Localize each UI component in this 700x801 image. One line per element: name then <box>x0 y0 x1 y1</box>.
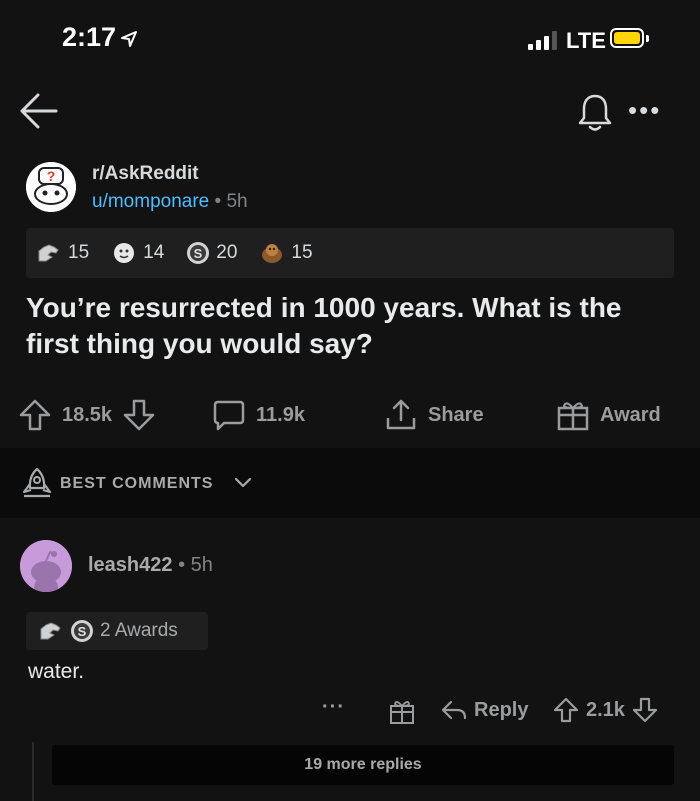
post-meta: u/momponare • 5h <box>92 191 248 213</box>
s-coin-award-icon: S <box>71 620 93 642</box>
commenter-avatar[interactable] <box>20 540 72 592</box>
location-arrow-icon <box>121 31 137 47</box>
rocket-sort-icon <box>22 467 52 498</box>
award-count: 15 <box>68 242 90 263</box>
award-wholesome: 14 <box>111 241 164 265</box>
status-time: 2:17 <box>62 22 117 52</box>
cellular-signal-icon <box>528 30 557 50</box>
upvote-icon[interactable] <box>552 696 580 724</box>
share-button[interactable]: Share <box>384 398 484 432</box>
post-vote-group: 18.5k <box>18 398 156 432</box>
award-s-coin: S 20 <box>186 241 237 265</box>
svg-text:S: S <box>78 624 87 639</box>
comment-actions: ··· Reply 2.1k <box>316 694 686 730</box>
gift-award-icon <box>557 402 589 431</box>
helpful-award-icon <box>262 244 283 263</box>
gift-award-icon[interactable] <box>388 697 416 725</box>
reply-button[interactable]: Reply <box>440 696 528 724</box>
notification-bell-icon[interactable] <box>576 92 614 134</box>
s-coin-award-icon: S <box>187 242 210 264</box>
network-label: LTE <box>566 28 606 53</box>
reply-arrow-icon <box>441 700 467 720</box>
comment-bubble-icon <box>213 400 245 431</box>
post-age: 5h <box>226 191 248 212</box>
award-label: Award <box>600 403 661 426</box>
comment-more-button[interactable]: ··· <box>322 696 345 719</box>
award-count: 14 <box>143 242 165 263</box>
svg-text:S: S <box>194 246 203 261</box>
comment-age: 5h <box>190 554 213 576</box>
award-button[interactable]: Award <box>556 398 661 432</box>
award-count: 20 <box>216 242 238 263</box>
reply-label: Reply <box>474 698 529 721</box>
askreddit-logo-icon: ? <box>26 162 76 212</box>
downvote-icon[interactable] <box>122 398 156 432</box>
comment-awards-label: 2 Awards <box>100 620 178 641</box>
battery-icon <box>610 28 644 48</box>
meta-separator: • <box>178 554 186 576</box>
award-helpful: 15 <box>259 241 313 265</box>
post-vote-count: 18.5k <box>62 403 113 426</box>
share-icon <box>386 399 416 430</box>
comment-count: 11.9k <box>256 403 305 426</box>
comment-meta: leash422 • 5h <box>88 554 213 577</box>
share-label: Share <box>428 403 484 426</box>
silver-hand-award-icon <box>38 244 59 262</box>
subreddit-avatar[interactable]: ? <box>26 162 76 212</box>
more-options-icon[interactable]: ••• <box>628 97 661 123</box>
downvote-icon[interactable] <box>631 696 659 724</box>
comment-body: water. <box>28 660 85 683</box>
chevron-down-icon[interactable] <box>234 476 252 490</box>
post-awards-bar[interactable]: 15 14 S 20 15 <box>26 228 674 278</box>
snoo-avatar-icon <box>20 540 72 592</box>
post-actions: 18.5k 11.9k Share Award <box>18 396 678 436</box>
post-title[interactable]: You’re resurrected in 1000 years. What i… <box>26 290 676 362</box>
post-author[interactable]: u/momponare <box>92 191 209 212</box>
wholesome-award-icon <box>114 243 135 263</box>
meta-separator: • <box>214 191 222 212</box>
comment-vote-group: 2.1k <box>552 696 659 724</box>
battery-tip <box>646 35 649 42</box>
upvote-icon[interactable] <box>18 398 52 432</box>
award-count: 15 <box>291 242 313 263</box>
comment-vote-count: 2.1k <box>586 698 625 721</box>
back-arrow-icon[interactable] <box>18 92 60 130</box>
silver-hand-award-icon <box>40 622 61 640</box>
sort-label[interactable]: BEST COMMENTS <box>60 475 213 493</box>
award-silver-hand: 15 <box>36 241 89 265</box>
comments-button[interactable]: 11.9k <box>212 398 305 432</box>
thread-line[interactable] <box>32 742 34 801</box>
comment-awards[interactable]: S 2 Awards <box>26 612 208 650</box>
comment-author[interactable]: leash422 <box>88 554 173 576</box>
svg-text:?: ? <box>47 168 56 184</box>
subreddit-name[interactable]: r/AskReddit <box>92 163 199 185</box>
more-replies-button[interactable]: 19 more replies <box>52 745 674 785</box>
